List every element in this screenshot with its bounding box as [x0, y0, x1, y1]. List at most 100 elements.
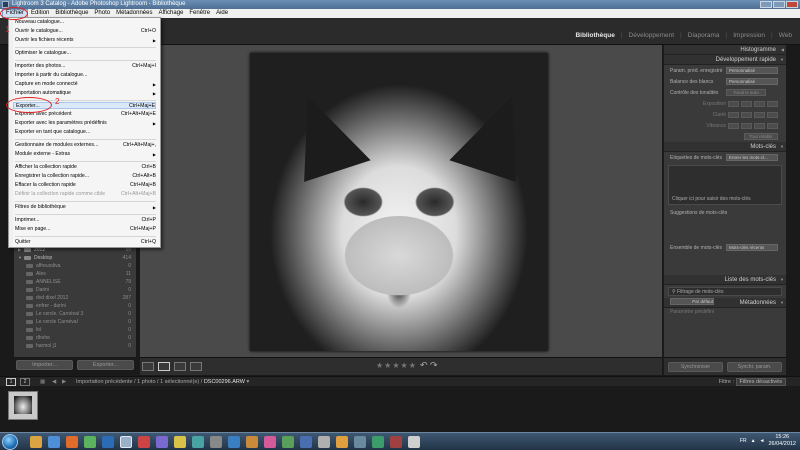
app-icon[interactable]: [318, 436, 330, 448]
menu-item-print[interactable]: Imprimer... Ctrl+P: [15, 217, 156, 224]
language-indicator[interactable]: FR: [740, 438, 747, 444]
menu-aide[interactable]: Aide: [213, 9, 231, 18]
metadata-preset-dropdown[interactable]: Par défaut: [670, 298, 714, 305]
keyword-set-dropdown[interactable]: Mots-clés récents: [726, 244, 778, 251]
right-panel: Histogramme ◀ Développement rapide ▼ Param…: [664, 45, 786, 357]
menu-fenetre[interactable]: Fenêtre: [186, 9, 213, 18]
folder-row[interactable]: affreuxdiva 0: [14, 262, 136, 270]
quick-develop-header[interactable]: Développement rapide ▼: [664, 55, 786, 65]
filmstrip-thumbnail[interactable]: [8, 391, 38, 420]
folder-row[interactable]: Le cercle Carnéval 0: [14, 318, 136, 326]
cat-photo[interactable]: [250, 53, 548, 351]
keyword-tags-dropdown[interactable]: Entrer les mots-cl...: [726, 154, 778, 161]
app-icon[interactable]: [192, 436, 204, 448]
folder-row[interactable]: harmol j1 0: [14, 342, 136, 350]
menu-item-library-filters[interactable]: Filtres de bibliothèque ▶: [15, 204, 156, 211]
ie-icon[interactable]: [48, 436, 60, 448]
auto-tone-button[interactable]: Tonal le auto: [726, 89, 766, 96]
module-bibliotheque[interactable]: Bibliothèque: [575, 32, 614, 39]
menu-item-plugin-manager[interactable]: Gestionnaire de modules externes... Ctrl+…: [15, 142, 156, 149]
keyword-filter-input[interactable]: ⚲ Filtrage de mots-clés: [668, 287, 782, 296]
app-icon[interactable]: [354, 436, 366, 448]
keyword-set-row: Ensemble de mots-clés Mots-clés récents: [664, 242, 786, 253]
folder-row[interactable]: Darini 0: [14, 286, 136, 294]
module-impression[interactable]: Impression: [733, 32, 765, 39]
app-icon[interactable]: [372, 436, 384, 448]
menu-item-tethered[interactable]: Capture en mode connecté ▶: [15, 81, 156, 88]
sync-button[interactable]: Synchroniser: [668, 362, 723, 372]
folder-row[interactable]: Ales 11: [14, 270, 136, 278]
photoshop-icon[interactable]: [102, 436, 114, 448]
volume-icon[interactable]: ◄: [760, 438, 765, 444]
sync-settings-button[interactable]: Synchr. param.: [727, 362, 782, 372]
app-icon[interactable]: [264, 436, 276, 448]
app-icon[interactable]: [210, 436, 222, 448]
folder-row[interactable]: dhohe 0: [14, 334, 136, 342]
screen-2-button[interactable]: 2: [20, 378, 30, 386]
preset-dropdown[interactable]: Personnalisé: [726, 67, 778, 74]
app-icon[interactable]: [156, 436, 168, 448]
app-icon[interactable]: [336, 436, 348, 448]
app-icon[interactable]: [138, 436, 150, 448]
menu-item-new-catalog[interactable]: Nouveau catalogue...: [15, 19, 156, 26]
app-icon[interactable]: [390, 436, 402, 448]
histogram-header[interactable]: Histogramme ◀: [664, 45, 786, 55]
minimize-button[interactable]: [760, 1, 772, 8]
folder-row[interactable]: ▼ Desktop 414: [14, 254, 136, 262]
menu-item-import-photos[interactable]: Importer des photos... Ctrl+Maj+I: [15, 63, 156, 70]
folder-row[interactable]: enfrer - darini 0: [14, 302, 136, 310]
module-developpement[interactable]: Développement: [629, 32, 675, 39]
folder-row[interactable]: ANNELISE 79: [14, 278, 136, 286]
menu-item-optimize[interactable]: Optimiser le catalogue...: [15, 50, 156, 57]
menu-item-show-quick-collection[interactable]: Afficher la collection rapide Ctrl+B: [15, 164, 156, 171]
screen-1-button[interactable]: 1: [6, 378, 16, 386]
explorer-icon[interactable]: [30, 436, 42, 448]
menu-item-clear-quick-collection[interactable]: Effacer la collection rapide Ctrl+Maj+B: [15, 182, 156, 189]
reset-all-button[interactable]: Tout rétablir: [744, 133, 778, 140]
network-icon[interactable]: ▲: [751, 438, 756, 444]
export-button[interactable]: Exporter...: [77, 360, 134, 370]
module-web[interactable]: Web: [779, 32, 792, 39]
keyword-input-area[interactable]: Cliquer ici pour saisir des mots-clés: [668, 165, 782, 205]
filter-dropdown[interactable]: Filtres désactivés: [735, 378, 786, 386]
import-button[interactable]: Importer...: [16, 360, 73, 370]
metadata-header[interactable]: Par défaut Métadonnées ▼: [664, 298, 786, 308]
app-icon[interactable]: [282, 436, 294, 448]
app-icon[interactable]: [228, 436, 240, 448]
folder-row[interactable]: Le cercle, Carnéval 30: [14, 310, 136, 318]
menu-item-import-catalog[interactable]: Importer à partir du catalogue...: [15, 72, 156, 79]
app-icon[interactable]: [408, 436, 420, 448]
menu-item-export-catalog[interactable]: Exporter en tant que catalogue...: [15, 129, 156, 136]
module-diaporama[interactable]: Diaporama: [688, 32, 720, 39]
maximize-button[interactable]: [773, 1, 785, 8]
menu-item-save-quick-collection[interactable]: Enregistrer la collection rapide... Ctrl+…: [15, 173, 156, 180]
menu-item-page-setup[interactable]: Mise en page... Ctrl+Maj+P: [15, 226, 156, 233]
survey-view-icon[interactable]: [190, 362, 202, 371]
rotate-icons[interactable]: ↶ ↷: [420, 360, 438, 371]
app-icon[interactable]: [300, 436, 312, 448]
clock[interactable]: 15:26 26/04/2012: [768, 434, 796, 448]
folder-row[interactable]: lol 0: [14, 326, 136, 334]
menu-item-quit[interactable]: Quitter Ctrl+Q: [15, 239, 156, 246]
folder-list: ▶ 2012 58 ▼ Desktop 414 affreuxdiva 0 Ales 11 …: [14, 246, 136, 350]
folder-row[interactable]: dvd dixel 2012 287: [14, 294, 136, 302]
app-icon[interactable]: [84, 436, 96, 448]
grid-view-icon[interactable]: [142, 362, 154, 371]
menu-item-open-catalog[interactable]: Ouvrir le catalogue... Ctrl+O: [15, 28, 156, 35]
menu-item-open-recent[interactable]: Ouvrir les fichiers récents ▶: [15, 37, 156, 44]
lightroom-taskbar-icon[interactable]: [120, 436, 132, 448]
app-icon[interactable]: [174, 436, 186, 448]
star-rating[interactable]: ★★★★★: [376, 361, 417, 370]
firefox-icon[interactable]: [66, 436, 78, 448]
menu-item-export-presets[interactable]: Exporter avec les paramètres prédéfinis ▶: [15, 120, 156, 127]
menu-item-plugin-extras[interactable]: Module externe - Extras ▶: [15, 151, 156, 158]
start-button[interactable]: [2, 434, 18, 450]
app-icon[interactable]: [246, 436, 258, 448]
keyword-list-header[interactable]: Liste des mots-clés ▼: [664, 275, 786, 285]
close-button[interactable]: [786, 1, 798, 8]
loupe-view-icon[interactable]: [158, 362, 170, 371]
white-balance-dropdown[interactable]: Personnalisé: [726, 78, 778, 85]
compare-view-icon[interactable]: [174, 362, 186, 371]
keywords-header[interactable]: Mots-clés ▼: [664, 142, 786, 152]
menu-item-auto-import[interactable]: Importation automatique ▶: [15, 90, 156, 97]
